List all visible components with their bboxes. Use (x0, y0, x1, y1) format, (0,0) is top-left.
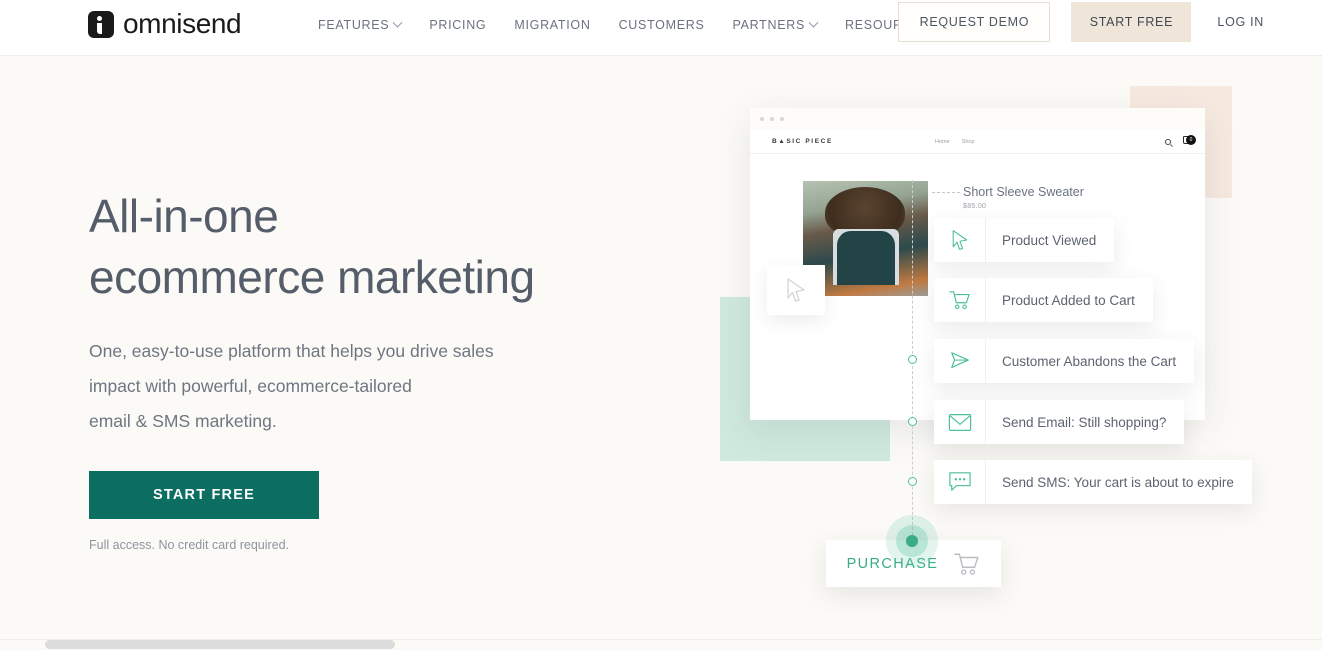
scrollbar-thumb[interactable] (45, 640, 395, 649)
brand-logo[interactable]: omnisend (88, 8, 242, 40)
envelope-icon (934, 400, 986, 444)
nav-label: PARTNERS (732, 18, 806, 32)
window-dot-icon (770, 117, 774, 121)
workflow-card-send-sms[interactable]: Send SMS: Your cart is about to expire (934, 460, 1252, 504)
shopping-cart-icon (934, 278, 986, 322)
workflow-card-product-added-to-cart[interactable]: Product Added to Cart (934, 278, 1153, 322)
hero-subtitle: One, easy-to-use platform that helps you… (89, 334, 589, 439)
nav-item-customers[interactable]: CUSTOMERS (619, 18, 705, 32)
hero-subtitle-line-2: impact with powerful, ecommerce-tailored (89, 376, 412, 396)
nav-label: PRICING (429, 18, 487, 32)
header-actions: REQUEST DEMO START FREE LOG IN (898, 2, 1322, 42)
horizontal-scrollbar[interactable] (0, 639, 1322, 650)
hero-subtitle-line-1: One, easy-to-use platform that helps you… (89, 341, 494, 361)
workflow-node (908, 477, 917, 486)
workflow-card-product-viewed[interactable]: Product Viewed (934, 218, 1115, 262)
workflow-card-label: Send Email: Still shopping? (1002, 414, 1167, 430)
workflow-node (908, 417, 917, 426)
chevron-down-icon (392, 17, 403, 28)
product-title: Short Sleeve Sweater (963, 185, 1084, 199)
hero-start-free-button[interactable]: START FREE (89, 471, 319, 519)
workflow-card-label: Customer Abandons the Cart (1002, 353, 1177, 369)
workflow-card-label: Product Added to Cart (1002, 292, 1135, 308)
workflow-card-label: Send SMS: Your cart is about to expire (1002, 474, 1234, 490)
chat-bubble-icon (934, 460, 986, 504)
nav-label: MIGRATION (514, 18, 591, 32)
store-nav-links: Home Shop (935, 139, 975, 145)
dashed-connector (932, 192, 960, 193)
nav-label: CUSTOMERS (618, 18, 705, 32)
cursor-pointer-card (767, 265, 825, 315)
store-nav-home[interactable]: Home (935, 139, 950, 145)
window-dot-icon (760, 117, 764, 121)
hero-cta-note: Full access. No credit card required. (89, 538, 290, 552)
hero-title: All-in-one ecommerce marketing (89, 186, 649, 308)
workflow-card-customer-abandons-cart[interactable]: Customer Abandons the Cart (934, 339, 1195, 383)
nav-item-pricing[interactable]: PRICING (429, 18, 486, 32)
main-navigation: FEATURES PRICING MIGRATION CUSTOMERS PAR… (318, 17, 944, 32)
cursor-pointer-icon (934, 218, 986, 262)
nav-item-partners[interactable]: PARTNERS (732, 17, 819, 32)
store-nav-shop[interactable]: Shop (962, 139, 975, 145)
store-navbar: B▲SIC PIECE Home Shop 0 (750, 130, 1205, 154)
purchase-node-dot (906, 535, 918, 547)
nav-label: FEATURES (318, 18, 390, 32)
paper-plane-icon (934, 339, 986, 383)
store-logo: B▲SIC PIECE (772, 138, 833, 145)
nav-item-features[interactable]: FEATURES (318, 17, 403, 32)
cursor-pointer-icon (787, 278, 805, 302)
request-demo-button[interactable]: REQUEST DEMO (898, 2, 1051, 42)
browser-title-bar (750, 108, 1205, 130)
log-in-link[interactable]: LOG IN (1217, 15, 1264, 29)
hero-content: All-in-one ecommerce marketing One, easy… (89, 186, 649, 552)
product-price: $85.00 (963, 203, 987, 210)
chevron-down-icon (808, 17, 819, 28)
nav-item-migration[interactable]: MIGRATION (514, 18, 590, 32)
page-root: omnisend FEATURES PRICING MIGRATION CUST… (0, 0, 1322, 650)
workflow-node (908, 355, 917, 364)
window-dot-icon (780, 117, 784, 121)
header-start-free-button[interactable]: START FREE (1071, 2, 1192, 42)
site-header: omnisend FEATURES PRICING MIGRATION CUST… (0, 0, 1322, 56)
hero-subtitle-line-3: email & SMS marketing. (89, 411, 277, 431)
omnisend-logo-icon (88, 10, 114, 38)
workflow-card-label: Product Viewed (1002, 232, 1097, 248)
hero-title-line-1: All-in-one (89, 190, 279, 242)
shopping-cart-icon (954, 553, 979, 575)
cart-count-badge: 0 (1186, 135, 1196, 145)
workflow-card-send-email[interactable]: Send Email: Still shopping? (934, 400, 1185, 444)
search-icon[interactable] (1165, 138, 1171, 145)
hero-title-line-2: ecommerce marketing (89, 251, 535, 303)
brand-name: omnisend (123, 8, 242, 39)
